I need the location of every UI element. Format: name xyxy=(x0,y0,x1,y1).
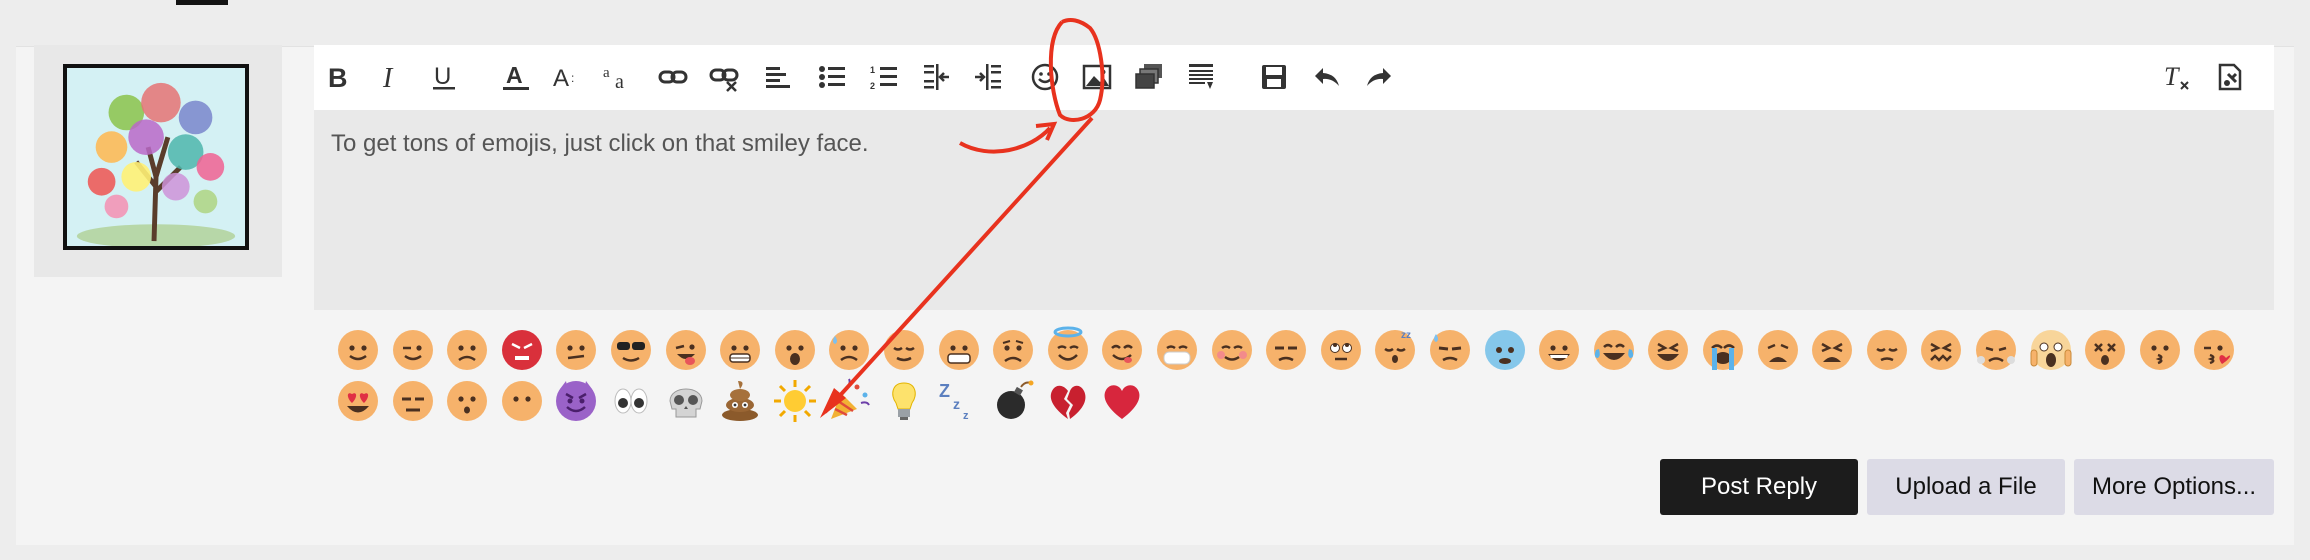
emoji-party-popper[interactable] xyxy=(827,378,871,423)
align-left-icon[interactable] xyxy=(757,56,799,98)
remove-formatting-icon[interactable]: T xyxy=(2155,56,2197,98)
text-color-icon[interactable]: A xyxy=(495,56,537,98)
emoji-imp[interactable] xyxy=(554,379,598,423)
outdent-icon[interactable] xyxy=(915,56,957,98)
editor-text-area[interactable]: To get tons of emojis, just click on tha… xyxy=(314,110,2274,310)
emoji-crying-loud[interactable] xyxy=(1701,328,1745,372)
font-family-icon[interactable]: aa xyxy=(597,56,639,98)
media-icon[interactable] xyxy=(1128,56,1170,98)
smiley-icon[interactable] xyxy=(1024,56,1066,98)
emoji-poop[interactable] xyxy=(718,379,762,423)
emoji-skull[interactable] xyxy=(664,379,708,423)
emoji-broken-heart[interactable] xyxy=(1046,379,1090,423)
post-reply-button[interactable]: Post Reply xyxy=(1660,459,1858,515)
svg-text:z: z xyxy=(953,396,960,412)
emoji-anxious-blue[interactable] xyxy=(1483,328,1527,372)
emoji-tears-of-joy[interactable] xyxy=(1592,328,1636,372)
svg-text:Z: Z xyxy=(939,381,950,401)
emoji-triumph[interactable] xyxy=(1974,328,2018,372)
emoji-yum[interactable] xyxy=(1100,328,1144,372)
svg-text:I: I xyxy=(382,63,394,94)
emoji-kissing-heart[interactable] xyxy=(2192,328,2236,372)
emoji-tongue-wink[interactable] xyxy=(664,328,708,372)
svg-text:1: 1 xyxy=(870,65,875,75)
font-size-icon[interactable]: A: xyxy=(545,56,587,98)
emoji-heart-eyes[interactable] xyxy=(336,379,380,423)
emoji-angry-red[interactable] xyxy=(500,328,544,372)
emoji-bomb[interactable] xyxy=(991,379,1035,423)
emoji-pensive[interactable] xyxy=(1865,328,1909,372)
emoji-grimacing-teeth[interactable] xyxy=(718,328,762,372)
emoji-light-bulb[interactable] xyxy=(882,379,926,423)
emoji-sun[interactable] xyxy=(773,379,817,423)
tree-avatar-image xyxy=(67,68,245,246)
svg-text:zz: zz xyxy=(1401,330,1411,341)
emoji-slightly-smiling[interactable] xyxy=(336,328,380,372)
emoji-astonished[interactable] xyxy=(773,328,817,372)
emoji-relieved[interactable] xyxy=(882,328,926,372)
unlink-icon[interactable] xyxy=(703,56,745,98)
emoji-red-heart[interactable] xyxy=(1100,379,1144,423)
avatar-container xyxy=(34,45,282,277)
top-tab-indicator xyxy=(176,0,228,5)
emoji-mask[interactable] xyxy=(1155,328,1199,372)
emoji-cold-sweat[interactable] xyxy=(827,328,871,372)
svg-text:z: z xyxy=(963,410,969,422)
emoji-grinning[interactable] xyxy=(1537,328,1581,372)
emoji-sleeping[interactable]: zz xyxy=(1373,328,1417,372)
avatar[interactable] xyxy=(63,64,249,250)
more-options-button[interactable]: More Options... xyxy=(2074,459,2274,515)
emoji-halo-innocent[interactable] xyxy=(1046,326,1090,372)
emoji-worried[interactable] xyxy=(991,328,1035,372)
undo-icon[interactable] xyxy=(1306,56,1348,98)
emoji-winking[interactable] xyxy=(391,328,435,372)
italic-icon[interactable]: I xyxy=(369,56,411,98)
upload-file-button[interactable]: Upload a File xyxy=(1867,459,2065,515)
emoji-laughing[interactable] xyxy=(1646,328,1690,372)
emoji-confused[interactable] xyxy=(554,328,598,372)
emoji-weary[interactable] xyxy=(1756,328,1800,372)
emoji-confounded[interactable] xyxy=(1919,328,1963,372)
emoji-eyes[interactable] xyxy=(609,379,653,423)
save-draft-icon[interactable] xyxy=(1253,56,1295,98)
svg-text:2: 2 xyxy=(870,81,875,91)
svg-text:U: U xyxy=(434,63,451,90)
emoji-unamused[interactable] xyxy=(1264,328,1308,372)
redo-icon[interactable] xyxy=(1358,56,1400,98)
svg-text::: : xyxy=(571,71,574,85)
svg-text:A: A xyxy=(506,62,523,88)
emoji-downcast[interactable] xyxy=(1428,328,1472,372)
editor-toolbar: B I U A A: aa 12 T xyxy=(314,45,2274,110)
svg-text:B: B xyxy=(328,63,348,93)
svg-text:a: a xyxy=(603,65,610,81)
emoji-dizzy[interactable] xyxy=(2083,328,2127,372)
emoji-tired[interactable] xyxy=(1810,328,1854,372)
image-icon[interactable] xyxy=(1076,56,1118,98)
indent-icon[interactable] xyxy=(967,56,1009,98)
emoji-kissing[interactable] xyxy=(2138,328,2182,372)
emoji-no-mouth[interactable] xyxy=(500,379,544,423)
editor-content: To get tons of emojis, just click on tha… xyxy=(331,130,869,157)
svg-text:A: A xyxy=(553,65,569,92)
emoji-grinning-teeth[interactable] xyxy=(937,328,981,372)
bold-icon[interactable]: B xyxy=(317,56,359,98)
svg-text:T: T xyxy=(2164,62,2180,91)
emoji-screaming[interactable] xyxy=(2029,328,2073,372)
emoji-hushed[interactable] xyxy=(445,379,489,423)
insert-template-icon[interactable] xyxy=(1180,56,1222,98)
bulleted-list-icon[interactable] xyxy=(811,56,853,98)
emoji-zzz[interactable]: Zzz xyxy=(937,379,981,423)
toggle-bbcode-icon[interactable] xyxy=(2208,56,2250,98)
emoji-sunglasses[interactable] xyxy=(609,328,653,372)
emoji-expressionless[interactable] xyxy=(391,379,435,423)
emoji-frowning[interactable] xyxy=(445,328,489,372)
message-editor: B I U A A: aa 12 T To get tons of emojis… xyxy=(314,45,2274,310)
svg-text:a: a xyxy=(615,71,624,93)
emoji-blushing[interactable] xyxy=(1210,328,1254,372)
emoji-rolling-eyes[interactable] xyxy=(1319,328,1363,372)
emoji-picker: zz Zz z xyxy=(336,326,2236,428)
numbered-list-icon[interactable]: 12 xyxy=(863,56,905,98)
link-icon[interactable] xyxy=(652,56,694,98)
underline-icon[interactable]: U xyxy=(423,56,465,98)
